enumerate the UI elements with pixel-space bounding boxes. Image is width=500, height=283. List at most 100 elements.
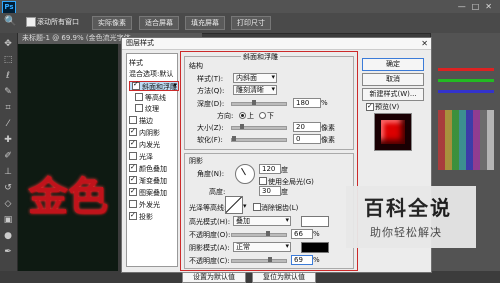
- color-slider-blue[interactable]: [438, 90, 494, 93]
- shadow-mode-select[interactable]: 正常: [233, 242, 291, 252]
- global-light-checkbox[interactable]: [259, 177, 267, 185]
- shadow-opacity-slider[interactable]: [231, 257, 287, 263]
- healing-tool-icon[interactable]: ✚: [3, 135, 13, 145]
- direction-down-radio[interactable]: [259, 112, 266, 119]
- slider-knob[interactable]: [268, 257, 272, 262]
- stamp-tool-icon[interactable]: ⊥: [3, 167, 13, 177]
- ok-button[interactable]: 确定: [362, 58, 424, 71]
- slider-knob[interactable]: [240, 124, 244, 129]
- menu-bar: Ps: [0, 0, 500, 14]
- style-list-item[interactable]: 图案叠加: [129, 186, 175, 198]
- lasso-tool-icon[interactable]: ℓ: [3, 71, 13, 81]
- slider-knob[interactable]: [266, 231, 270, 236]
- altitude-input[interactable]: 30: [259, 186, 281, 196]
- shadow-color-swatch[interactable]: [301, 242, 329, 253]
- dialog-title: 图层样式: [126, 39, 154, 47]
- color-slider-green[interactable]: [438, 79, 494, 82]
- show-all-windows-checkbox[interactable]: [26, 17, 36, 27]
- checkbox-icon[interactable]: [135, 104, 143, 112]
- angle-dial[interactable]: [235, 164, 255, 184]
- checkbox-icon[interactable]: [129, 210, 137, 220]
- highlight-mode-select[interactable]: 叠加: [233, 216, 291, 226]
- shadow-opacity-input[interactable]: 69: [291, 255, 313, 265]
- fit-screen-button[interactable]: 适合屏幕: [139, 16, 179, 30]
- gloss-contour-preview[interactable]: [225, 196, 243, 214]
- chevron-down-icon[interactable]: ▾: [243, 202, 247, 210]
- style-list-item[interactable]: 等高线: [135, 93, 181, 103]
- checkbox-icon[interactable]: [129, 162, 137, 172]
- window-controls[interactable]: —□✕: [458, 2, 498, 11]
- highlight-opacity-label: 不透明度(O):: [189, 231, 231, 239]
- style-list-item[interactable]: 混合选项:默认: [129, 69, 175, 79]
- dialog-titlebar[interactable]: 图层样式 ✕: [122, 38, 431, 50]
- preview-checkbox[interactable]: ✓: [366, 103, 374, 111]
- color-slider-red[interactable]: [438, 68, 494, 71]
- style-list-item[interactable]: 样式: [129, 58, 175, 68]
- print-size-button[interactable]: 打印尺寸: [231, 16, 271, 30]
- marquee-tool-icon[interactable]: ⬚: [3, 55, 13, 65]
- checkbox-icon[interactable]: [129, 200, 137, 208]
- style-list-item[interactable]: 内发光: [129, 138, 175, 150]
- direction-up-radio[interactable]: [239, 112, 246, 119]
- document-canvas[interactable]: 金色: [18, 44, 118, 271]
- slider-knob[interactable]: [252, 100, 256, 105]
- altitude-unit: 度: [281, 188, 288, 196]
- canvas-artwork: 金色: [28, 173, 108, 220]
- depth-input[interactable]: 180: [293, 98, 321, 108]
- crop-tool-icon[interactable]: ⌗: [3, 103, 13, 113]
- slider-knob[interactable]: [232, 136, 236, 141]
- style-list-item[interactable]: 光泽: [129, 152, 175, 162]
- checkbox-icon[interactable]: [129, 186, 137, 196]
- new-style-button[interactable]: 新建样式(W)...: [362, 88, 424, 101]
- anti-alias-label: 消除锯齿(L): [261, 204, 299, 212]
- technique-label: 方法(Q):: [197, 87, 225, 95]
- technique-select[interactable]: 雕刻清晰: [233, 85, 277, 95]
- close-icon[interactable]: ✕: [417, 38, 428, 49]
- set-default-button[interactable]: 设置为默认值: [182, 272, 246, 283]
- depth-slider[interactable]: [231, 100, 287, 106]
- fill-screen-button[interactable]: 填充屏幕: [185, 16, 225, 30]
- gradient-tool-icon[interactable]: ▣: [3, 215, 13, 225]
- angle-input[interactable]: 120: [259, 164, 281, 174]
- checkbox-icon[interactable]: [135, 93, 143, 101]
- style-list-item[interactable]: 外发光: [129, 200, 175, 210]
- checkbox-icon[interactable]: [132, 80, 140, 90]
- brush-tool-icon[interactable]: ✐: [3, 151, 13, 161]
- style-list-item[interactable]: 内阴影: [129, 126, 175, 138]
- eyedropper-tool-icon[interactable]: ⁄: [3, 119, 13, 129]
- checkbox-icon[interactable]: [129, 138, 137, 148]
- shadow-opacity-label: 不透明度(C):: [189, 257, 230, 265]
- style-select[interactable]: 内斜面: [233, 73, 277, 83]
- reset-default-button[interactable]: 复位为默认值: [252, 272, 316, 283]
- angle-label: 角度(N):: [197, 170, 225, 178]
- checkbox-icon[interactable]: [129, 116, 137, 124]
- soften-input[interactable]: 0: [293, 134, 321, 144]
- section-title: 斜面和浮雕: [241, 52, 280, 62]
- style-list-item[interactable]: 描边: [129, 116, 175, 126]
- size-input[interactable]: 20: [293, 122, 321, 132]
- checkbox-icon[interactable]: [129, 152, 137, 160]
- cancel-button[interactable]: 取消: [362, 73, 424, 86]
- quick-select-tool-icon[interactable]: ✎: [3, 87, 13, 97]
- highlight-opacity-input[interactable]: 66: [291, 229, 313, 239]
- dodge-tool-icon[interactable]: ●: [3, 231, 13, 241]
- actual-pixels-button[interactable]: 实际像素: [92, 16, 132, 30]
- highlight-opacity-slider[interactable]: [231, 231, 287, 237]
- swatches-panel[interactable]: [438, 110, 494, 170]
- style-list-item[interactable]: 投影: [129, 210, 175, 222]
- style-list-item[interactable]: 渐变叠加: [129, 174, 175, 186]
- checkbox-icon[interactable]: [129, 126, 137, 136]
- size-slider[interactable]: [231, 124, 287, 130]
- highlight-color-swatch[interactable]: [301, 216, 329, 227]
- zoom-tool-icon[interactable]: 🔍: [4, 16, 16, 27]
- pen-tool-icon[interactable]: ✒: [3, 247, 13, 257]
- style-list-item[interactable]: 纹理: [135, 104, 181, 114]
- soften-slider[interactable]: [231, 136, 287, 142]
- move-tool-icon[interactable]: ✥: [3, 39, 13, 49]
- style-list-item-bevel[interactable]: 斜面和浮雕: [129, 80, 179, 91]
- eraser-tool-icon[interactable]: ◇: [3, 199, 13, 209]
- history-brush-icon[interactable]: ↺: [3, 183, 13, 193]
- checkbox-icon[interactable]: [129, 174, 137, 184]
- anti-alias-checkbox[interactable]: [253, 203, 261, 211]
- style-list-item[interactable]: 颜色叠加: [129, 162, 175, 174]
